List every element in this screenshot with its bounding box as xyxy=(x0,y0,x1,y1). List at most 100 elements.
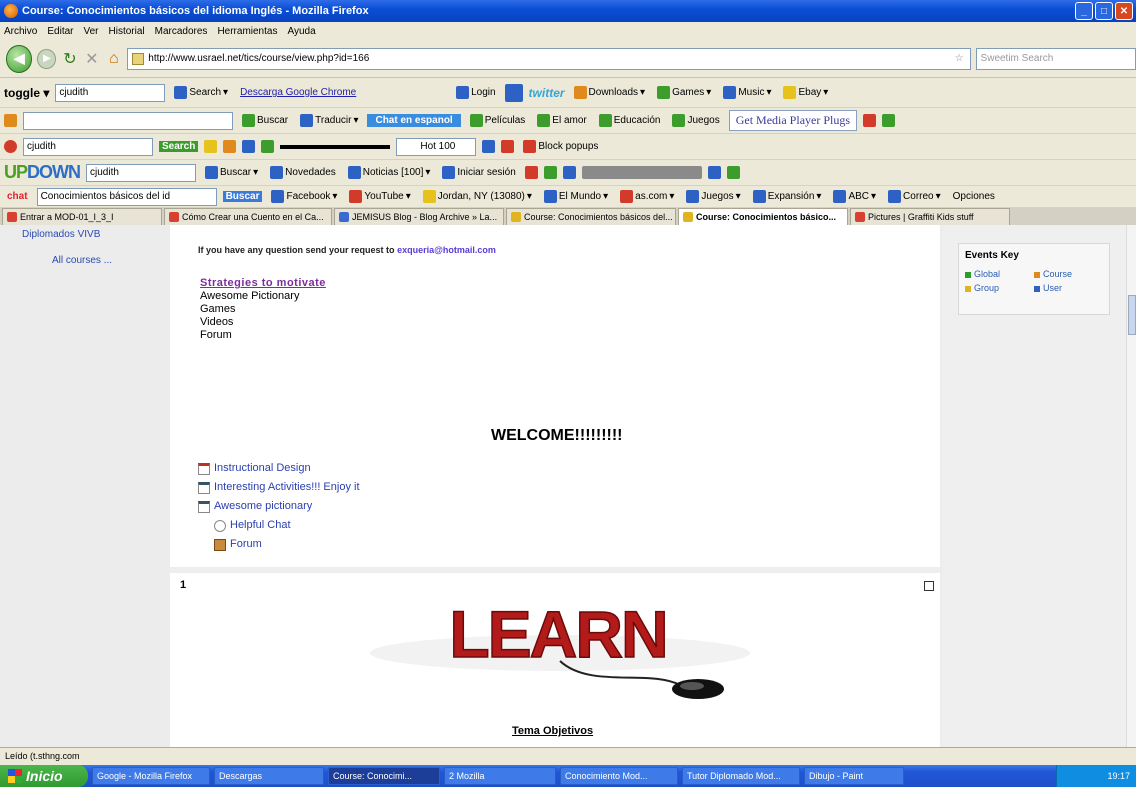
toolbar4-extra-icon[interactable] xyxy=(707,166,721,179)
toolbar5-field[interactable]: Conocimientos básicos del id xyxy=(36,187,217,206)
educacion-button[interactable]: Educación xyxy=(596,114,664,127)
abc-link[interactable]: ABC ▾ xyxy=(830,190,879,203)
taskbar-item[interactable]: Descargas xyxy=(214,767,324,785)
toolbar3-search-button[interactable]: Search xyxy=(159,141,199,152)
peliculas-button[interactable]: Películas xyxy=(467,114,529,127)
sweetim-icon[interactable] xyxy=(4,140,17,153)
juegos-button[interactable]: Juegos xyxy=(669,114,722,127)
stop-icon[interactable]: ✕ xyxy=(83,49,100,69)
menu-editar[interactable]: Editar xyxy=(47,26,73,37)
mail-icon[interactable] xyxy=(524,166,538,179)
search-input[interactable]: Sweetim Search xyxy=(975,47,1136,70)
opciones-button[interactable]: Opciones xyxy=(950,191,998,202)
toolbar4-field[interactable]: cjudith xyxy=(86,163,197,182)
juegos-link[interactable]: Juegos ▾ xyxy=(683,190,743,203)
toolbar2-field[interactable] xyxy=(23,111,233,130)
event-group[interactable]: Group xyxy=(965,283,1034,293)
menu-historial[interactable]: Historial xyxy=(109,26,145,37)
hot100-field[interactable]: Hot 100 xyxy=(396,137,477,156)
correo-link[interactable]: Correo ▾ xyxy=(885,190,944,203)
toolbar1-field[interactable]: cjudith xyxy=(55,83,166,102)
amor-button[interactable]: El amor xyxy=(534,114,589,127)
taskbar-item[interactable]: Course: Conocimi... xyxy=(328,767,440,785)
login-button[interactable]: Login xyxy=(453,86,498,99)
tab-entrar[interactable]: Entrar a MOD-01_I_3_I xyxy=(2,208,162,225)
music-button[interactable]: Music ▾ xyxy=(720,86,774,99)
chat-espanol-button[interactable]: Chat en espanol xyxy=(367,114,461,127)
facebook-icon[interactable] xyxy=(504,83,523,102)
twitter-button[interactable]: twitter xyxy=(529,86,565,100)
activity-pictionary[interactable]: Awesome pictionary xyxy=(198,497,360,516)
strategies-link[interactable]: Strategies to motivate xyxy=(200,277,326,290)
people-icon[interactable] xyxy=(482,140,496,153)
block-popups-button[interactable]: Block popups xyxy=(520,140,601,153)
calendar-icon[interactable] xyxy=(543,166,557,179)
expansion-link[interactable]: Expansión ▾ xyxy=(750,190,825,203)
descarga-chrome-link[interactable]: Descarga Google Chrome xyxy=(237,87,447,98)
taskbar-item[interactable]: Tutor Diplomado Mod... xyxy=(682,767,800,785)
all-courses-link[interactable]: All courses ... xyxy=(52,255,112,266)
activity-chat[interactable]: Helpful Chat xyxy=(198,516,360,535)
menu-marcadores[interactable]: Marcadores xyxy=(155,26,208,37)
bookmark-star-icon[interactable]: ☆ xyxy=(955,53,964,64)
tab-pictures[interactable]: Pictures | Graffiti Kids stuff xyxy=(850,208,1010,225)
chat-logo[interactable]: chat xyxy=(4,191,31,202)
green-button-icon[interactable] xyxy=(882,114,896,127)
tema-objetivos-link[interactable]: Tema Objetivos xyxy=(512,725,593,737)
taskbar-item[interactable]: 2 Mozilla xyxy=(444,767,556,785)
facebook-link[interactable]: Facebook ▾ xyxy=(268,190,340,203)
toolbar3-field[interactable]: cjudith xyxy=(23,137,153,156)
taskbar-item[interactable]: Dibujo - Paint xyxy=(804,767,904,785)
maximize-button[interactable]: □ xyxy=(1095,2,1113,20)
scroll-thumb[interactable] xyxy=(1128,295,1136,335)
menu-ver[interactable]: Ver xyxy=(83,26,98,37)
youtube-link[interactable]: YouTube ▾ xyxy=(346,190,413,203)
downloads-button[interactable]: Downloads ▾ xyxy=(571,86,649,99)
toggle-logo[interactable]: toggle ▾ xyxy=(4,86,49,100)
event-course[interactable]: Course xyxy=(1034,269,1103,279)
weather-icon[interactable] xyxy=(562,166,576,179)
traducir-button[interactable]: Traducir ▾ xyxy=(297,114,361,127)
taskbar-item[interactable]: Google - Mozilla Firefox xyxy=(92,767,210,785)
minimize-button[interactable]: _ xyxy=(1075,2,1093,20)
noticias-button[interactable]: Noticias [100] ▾ xyxy=(345,166,434,179)
tab-jemisus-blog[interactable]: JEMISUS Blog - Blog Archive » La... xyxy=(334,208,504,225)
buscar-button[interactable]: Buscar xyxy=(239,114,291,127)
flag-icon[interactable] xyxy=(501,140,515,153)
emoticon-icon[interactable] xyxy=(204,140,218,153)
novedades-button[interactable]: Novedades xyxy=(267,166,339,179)
weather-jordan-link[interactable]: Jordan, NY (13080) ▾ xyxy=(420,190,535,203)
toolbar4-buscar-button[interactable]: Buscar ▾ xyxy=(202,166,261,179)
toolbar4-extra2-icon[interactable] xyxy=(726,166,740,179)
emoticon2-icon[interactable] xyxy=(223,140,237,153)
pdf-icon[interactable] xyxy=(863,114,877,127)
activity-interesting[interactable]: Interesting Activities!!! Enjoy it xyxy=(198,478,360,497)
event-global[interactable]: Global xyxy=(965,269,1034,279)
home-icon[interactable]: ⌂ xyxy=(105,50,122,68)
menu-archivo[interactable]: Archivo xyxy=(4,26,37,37)
ebay-button[interactable]: Ebay ▾ xyxy=(780,86,831,99)
url-bar[interactable]: http://www.usrael.net/tics/course/view.p… xyxy=(127,47,971,70)
media-player-button[interactable]: Get Media Player Plugs xyxy=(728,110,858,131)
menu-herramientas[interactable]: Herramientas xyxy=(217,26,277,37)
contact-email-link[interactable]: exqueria@hotmail.com xyxy=(397,245,496,255)
music-note-icon[interactable] xyxy=(261,140,275,153)
iniciar-sesion-button[interactable]: Iniciar sesión xyxy=(439,166,518,179)
activity-forum[interactable]: Forum xyxy=(198,535,360,554)
tab-cuento[interactable]: Cómo Crear una Cuento en el Ca... xyxy=(164,208,332,225)
event-user[interactable]: User xyxy=(1034,283,1103,293)
taskbar-item[interactable]: Conocimiento Mod... xyxy=(560,767,678,785)
back-button[interactable]: ◀ xyxy=(6,44,33,73)
close-button[interactable]: ✕ xyxy=(1115,2,1133,20)
reload-icon[interactable]: ↻ xyxy=(61,49,78,69)
ascom-link[interactable]: as.com ▾ xyxy=(617,190,677,203)
start-button[interactable]: Inicio xyxy=(0,765,88,787)
updown-logo[interactable]: UPDOWN xyxy=(4,162,81,183)
activity-instructional-design[interactable]: Instructional Design xyxy=(198,459,360,478)
toolbar-menu-icon[interactable] xyxy=(4,114,17,127)
games-button[interactable]: Games ▾ xyxy=(654,86,714,99)
toolbar5-buscar-button[interactable]: Buscar xyxy=(222,191,263,202)
toolbar4-slider[interactable] xyxy=(581,166,702,179)
vertical-scrollbar[interactable] xyxy=(1126,225,1136,747)
tab-course-1[interactable]: Course: Conocimientos básicos del... xyxy=(506,208,676,225)
